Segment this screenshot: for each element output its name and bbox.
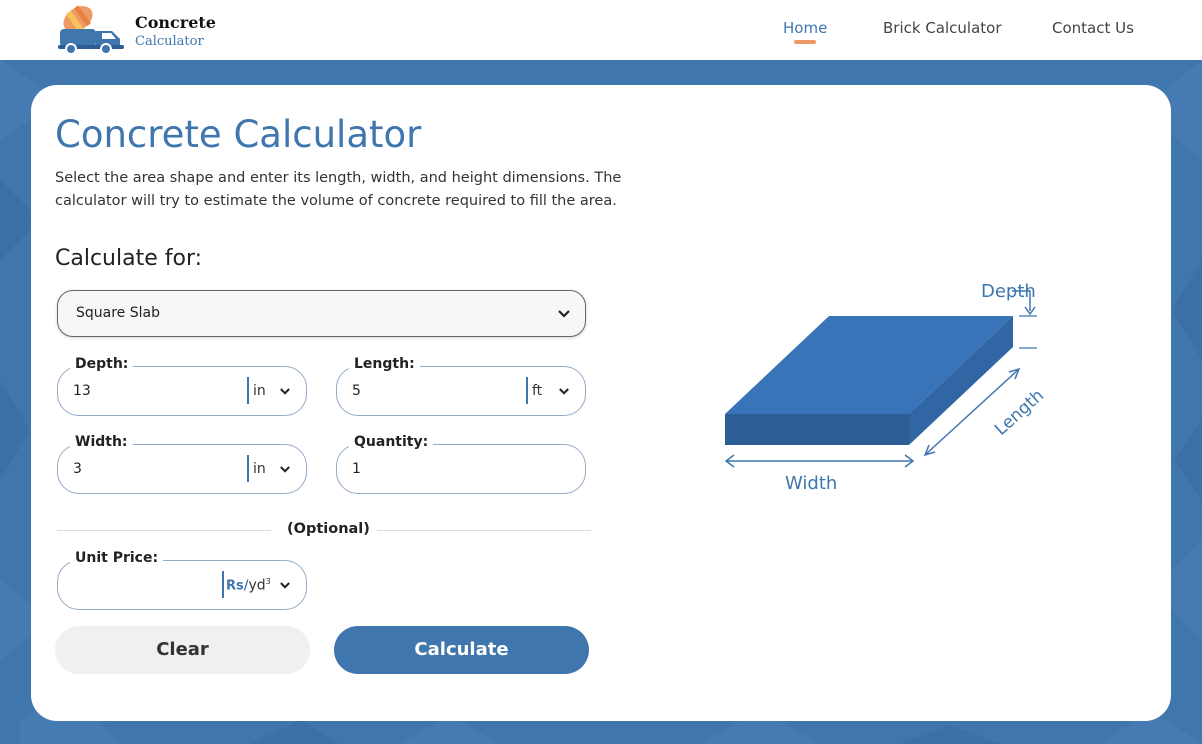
chevron-down-icon [280, 466, 290, 473]
square-slab-diagram: Depth Length Width [724, 281, 1048, 494]
length-label: Length: [349, 356, 420, 372]
nav-home[interactable]: Home [783, 19, 827, 37]
divider-left [57, 530, 271, 531]
length-input[interactable]: 5 [352, 383, 361, 399]
volume-unit-power: 3 [265, 577, 271, 586]
chevron-down-icon [280, 388, 290, 395]
volume-unit: yd [248, 577, 266, 594]
chevron-down-icon [280, 582, 290, 589]
depth-diagram-label: Depth [981, 281, 1036, 302]
length-field[interactable]: Length: 5 ft [336, 356, 586, 416]
slab-front-face [725, 414, 909, 445]
page-description: Select the area shape and enter its leng… [55, 170, 622, 209]
calculate-for-heading: Calculate for: [55, 246, 203, 271]
nav-active-indicator [794, 40, 816, 44]
site-logo[interactable]: Concrete Calculator [58, 3, 218, 55]
unit-divider [247, 377, 249, 404]
width-input[interactable]: 3 [73, 461, 82, 477]
length-unit-select[interactable]: ft [532, 383, 542, 399]
quantity-label: Quantity: [349, 434, 434, 450]
site-header: Concrete Calculator Home Brick Calculato… [0, 0, 1202, 60]
unit-divider [526, 377, 528, 404]
nav-contact-us[interactable]: Contact Us [1052, 19, 1134, 37]
width-diagram-label: Width [785, 473, 837, 494]
divider-right [377, 530, 591, 531]
logo-subtitle: Calculator [135, 34, 204, 49]
unit-divider [247, 455, 249, 482]
shape-select-value: Square Slab [76, 305, 160, 321]
length-diagram-label: Length [991, 386, 1048, 440]
width-unit-select[interactable]: in [253, 461, 266, 477]
unit-divider [222, 571, 224, 598]
width-label: Width: [70, 434, 133, 450]
page-title: Concrete Calculator [55, 113, 422, 156]
unit-price-field[interactable]: Unit Price: Rs/yd3 [57, 550, 307, 610]
logo-title: Concrete [135, 13, 216, 32]
currency-symbol: Rs/ [226, 578, 249, 594]
depth-field[interactable]: Depth: 13 in [57, 356, 307, 416]
unit-price-unit-select[interactable]: Rs/yd3 [226, 577, 271, 594]
quantity-field[interactable]: Quantity: 1 [336, 434, 586, 494]
depth-unit-select[interactable]: in [253, 383, 266, 399]
depth-label: Depth: [70, 356, 134, 372]
clear-button[interactable]: Clear [55, 626, 310, 674]
shape-select[interactable]: Square Slab [57, 290, 586, 337]
chevron-down-icon [559, 388, 569, 395]
calculate-button[interactable]: Calculate [334, 626, 589, 674]
nav-brick-calculator[interactable]: Brick Calculator [883, 19, 1002, 37]
width-field[interactable]: Width: 3 in [57, 434, 307, 494]
unit-price-label: Unit Price: [70, 550, 164, 566]
chevron-down-icon [558, 310, 570, 318]
calculator-card: Concrete Calculator Select the area shap… [31, 85, 1171, 721]
optional-label: (Optional) [287, 521, 370, 537]
concrete-mixer-truck-icon [58, 5, 124, 55]
depth-input[interactable]: 13 [73, 383, 91, 399]
quantity-input[interactable]: 1 [352, 461, 361, 477]
